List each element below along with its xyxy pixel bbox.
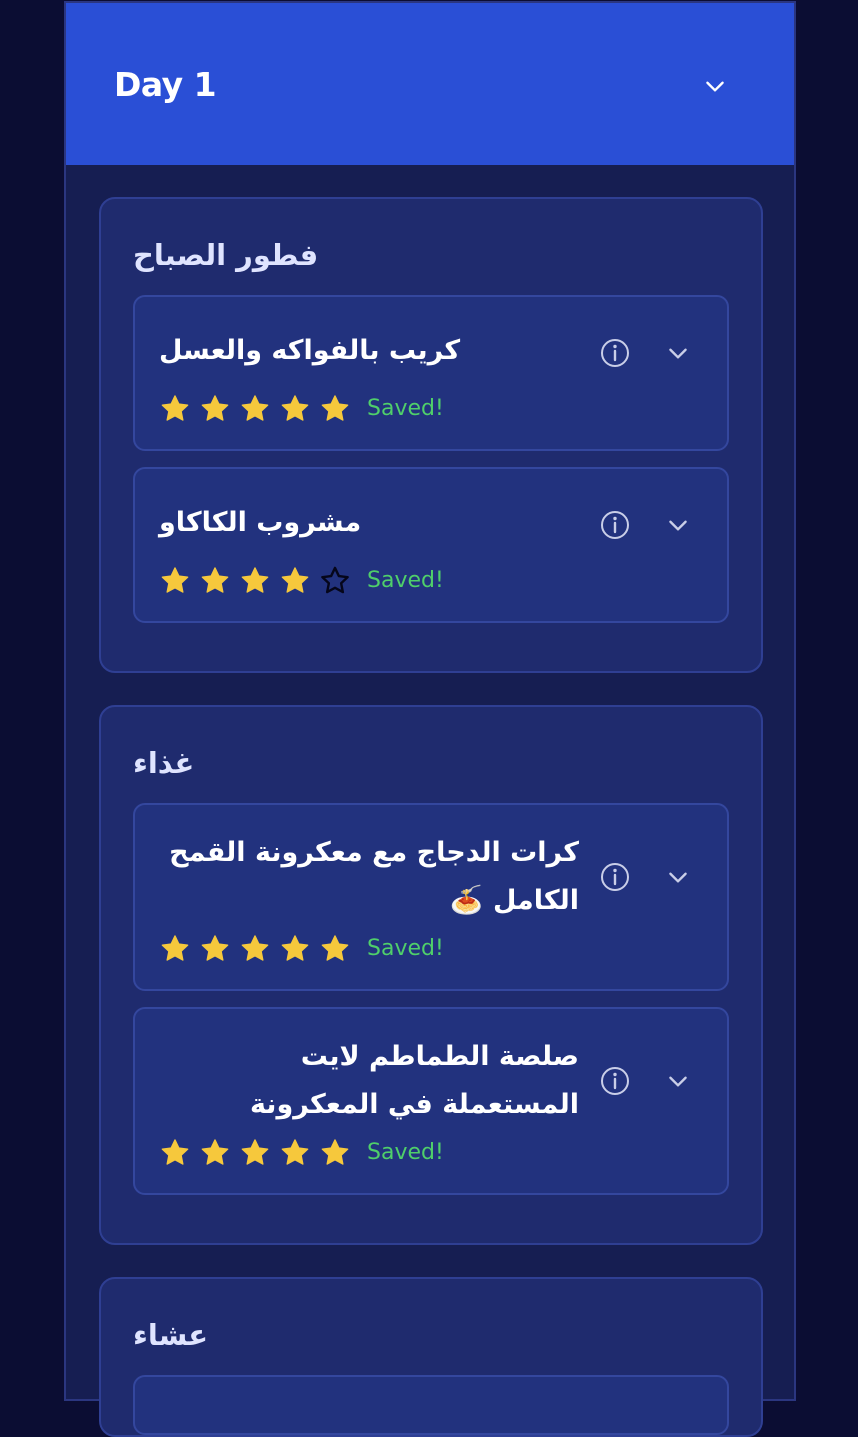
meal-title: غذاء	[133, 746, 195, 780]
star-icon[interactable]	[239, 565, 271, 597]
recipe-item[interactable]	[133, 1375, 729, 1435]
recipe-item[interactable]: كريب بالفواكه والعسل Saved!	[133, 295, 729, 451]
saved-status: Saved!	[367, 936, 444, 961]
meal-title: فطور الصباح	[133, 238, 319, 272]
star-icon[interactable]	[239, 933, 271, 965]
star-rating[interactable]: Saved!	[159, 1137, 444, 1169]
recipe-item[interactable]: كرات الدجاج مع معكرونة القمح الكامل 🍝 Sa…	[133, 803, 729, 991]
info-icon[interactable]	[599, 337, 631, 369]
meal-card-dinner: عشاء	[99, 1277, 763, 1437]
star-icon[interactable]	[199, 565, 231, 597]
star-icon[interactable]	[199, 1137, 231, 1169]
star-rating[interactable]: Saved!	[159, 933, 444, 965]
recipe-item[interactable]: مشروب الكاكاو Saved!	[133, 467, 729, 623]
saved-status: Saved!	[367, 396, 444, 421]
chevron-down-icon[interactable]	[665, 512, 691, 538]
star-icon[interactable]	[159, 393, 191, 425]
star-rating[interactable]: Saved!	[159, 393, 444, 425]
day-panel: Day 1 فطور الصباح كريب بالفواكه والعسل S…	[64, 1, 796, 1437]
star-icon[interactable]	[239, 1137, 271, 1169]
star-icon[interactable]	[279, 1137, 311, 1169]
info-icon[interactable]	[599, 861, 631, 893]
info-icon[interactable]	[599, 1065, 631, 1097]
star-icon[interactable]	[159, 1137, 191, 1169]
chevron-down-icon[interactable]	[702, 73, 728, 99]
chevron-down-icon[interactable]	[665, 340, 691, 366]
star-icon[interactable]	[279, 393, 311, 425]
star-icon[interactable]	[159, 933, 191, 965]
day-header[interactable]: Day 1	[66, 3, 794, 165]
info-icon[interactable]	[599, 509, 631, 541]
star-icon[interactable]	[279, 933, 311, 965]
saved-status: Saved!	[367, 568, 444, 593]
recipe-name: كرات الدجاج مع معكرونة القمح الكامل 🍝	[169, 837, 579, 916]
recipe-item[interactable]: صلصة الطماطم لايت المستعملة في المعكرونة…	[133, 1007, 729, 1195]
star-icon[interactable]	[319, 565, 351, 597]
meal-card-breakfast: فطور الصباح كريب بالفواكه والعسل Saved! …	[99, 197, 763, 673]
meal-card-lunch: غذاء كرات الدجاج مع معكرونة القمح الكامل…	[99, 705, 763, 1245]
recipe-name: كريب بالفواكه والعسل	[159, 335, 461, 366]
star-icon[interactable]	[319, 933, 351, 965]
star-icon[interactable]	[159, 565, 191, 597]
meal-title: عشاء	[133, 1318, 209, 1352]
star-icon[interactable]	[199, 393, 231, 425]
recipe-name: صلصة الطماطم لايت المستعملة في المعكرونة	[249, 1041, 579, 1120]
star-icon[interactable]	[319, 1137, 351, 1169]
star-icon[interactable]	[199, 933, 231, 965]
star-icon[interactable]	[319, 393, 351, 425]
recipe-name: مشروب الكاكاو	[159, 507, 362, 538]
chevron-down-icon[interactable]	[665, 1068, 691, 1094]
saved-status: Saved!	[367, 1140, 444, 1165]
chevron-down-icon[interactable]	[665, 864, 691, 890]
star-icon[interactable]	[279, 565, 311, 597]
day-title: Day 1	[114, 65, 217, 104]
star-icon[interactable]	[239, 393, 271, 425]
star-rating[interactable]: Saved!	[159, 565, 444, 597]
